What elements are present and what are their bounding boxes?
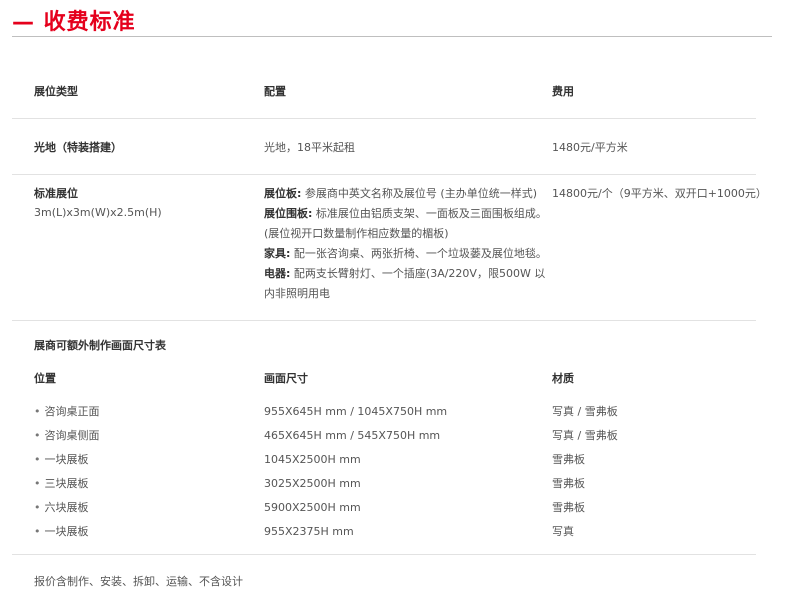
size-row-material: 写真 / 雪弗板 bbox=[552, 429, 618, 442]
config-line: 电器: 配两支长臂射灯、一个插座(3A/220V，限500W 以 bbox=[264, 267, 546, 280]
size-header-size: 画面尺寸 bbox=[264, 372, 308, 385]
divider bbox=[12, 174, 756, 175]
config-line: (展位视开口数量制作相应数量的楣板) bbox=[264, 227, 449, 240]
header-fee: 费用 bbox=[552, 85, 574, 98]
size-row-size: 465X645H mm / 545X750H mm bbox=[264, 429, 441, 442]
divider bbox=[12, 320, 756, 321]
config-line: 内非照明用电 bbox=[264, 287, 330, 300]
size-row-material: 写真 bbox=[552, 525, 574, 538]
size-table-title: 展商可额外制作画面尺寸表 bbox=[34, 339, 166, 352]
row-standard-booth-fee: 14800元/个（9平方米、双开口+1000元） bbox=[552, 187, 767, 200]
header-booth-type: 展位类型 bbox=[34, 85, 78, 98]
size-row-position: • 六块展板 bbox=[34, 501, 89, 514]
row-standard-booth-type: 标准展位 bbox=[34, 187, 78, 200]
size-row-position: • 咨询桌正面 bbox=[34, 405, 100, 418]
size-row-size: 3025X2500H mm bbox=[264, 477, 361, 490]
row-raw-space-fee: 1480元/平方米 bbox=[552, 141, 628, 154]
size-row-size: 1045X2500H mm bbox=[264, 453, 361, 466]
row-standard-booth-dimensions: 3m(L)x3m(W)x2.5m(H) bbox=[34, 206, 162, 219]
size-row-position: • 一块展板 bbox=[34, 525, 89, 538]
row-standard-booth-config: 展位板: 参展商中英文名称及展位号 (主办单位统一样式) 展位围板: 标准展位由… bbox=[264, 184, 547, 304]
size-row-material: 雪弗板 bbox=[552, 453, 585, 466]
size-header-position: 位置 bbox=[34, 372, 56, 385]
size-row-position: • 一块展板 bbox=[34, 453, 89, 466]
row-raw-space-config: 光地，18平米起租 bbox=[264, 141, 355, 154]
header-config: 配置 bbox=[264, 85, 286, 98]
row-raw-space-type: 光地（特装搭建） bbox=[34, 141, 122, 154]
size-row-material: 雪弗板 bbox=[552, 477, 585, 490]
config-line: 家具: 配一张咨询桌、两张折椅、一个垃圾蒌及展位地毯。 bbox=[264, 247, 547, 260]
size-row-material: 写真 / 雪弗板 bbox=[552, 405, 618, 418]
size-row-size: 955X645H mm / 1045X750H mm bbox=[264, 405, 448, 418]
size-row-size: 955X2375H mm bbox=[264, 525, 354, 538]
divider bbox=[12, 118, 756, 119]
size-row-position: • 三块展板 bbox=[34, 477, 89, 490]
divider bbox=[12, 554, 756, 555]
config-line: 展位围板: 标准展位由铝质支架、一面板及三面围板组成。 bbox=[264, 207, 547, 220]
section-title: — 收费标准 bbox=[12, 10, 136, 35]
size-row-position: • 咨询桌侧面 bbox=[34, 429, 100, 442]
size-row-material: 雪弗板 bbox=[552, 501, 585, 514]
size-row-size: 5900X2500H mm bbox=[264, 501, 361, 514]
size-header-material: 材质 bbox=[552, 372, 574, 385]
config-line: 展位板: 参展商中英文名称及展位号 (主办单位统一样式) bbox=[264, 187, 537, 200]
footnote: 报价含制作、安装、拆卸、运输、不含设计 bbox=[34, 575, 243, 588]
title-divider bbox=[12, 36, 772, 37]
